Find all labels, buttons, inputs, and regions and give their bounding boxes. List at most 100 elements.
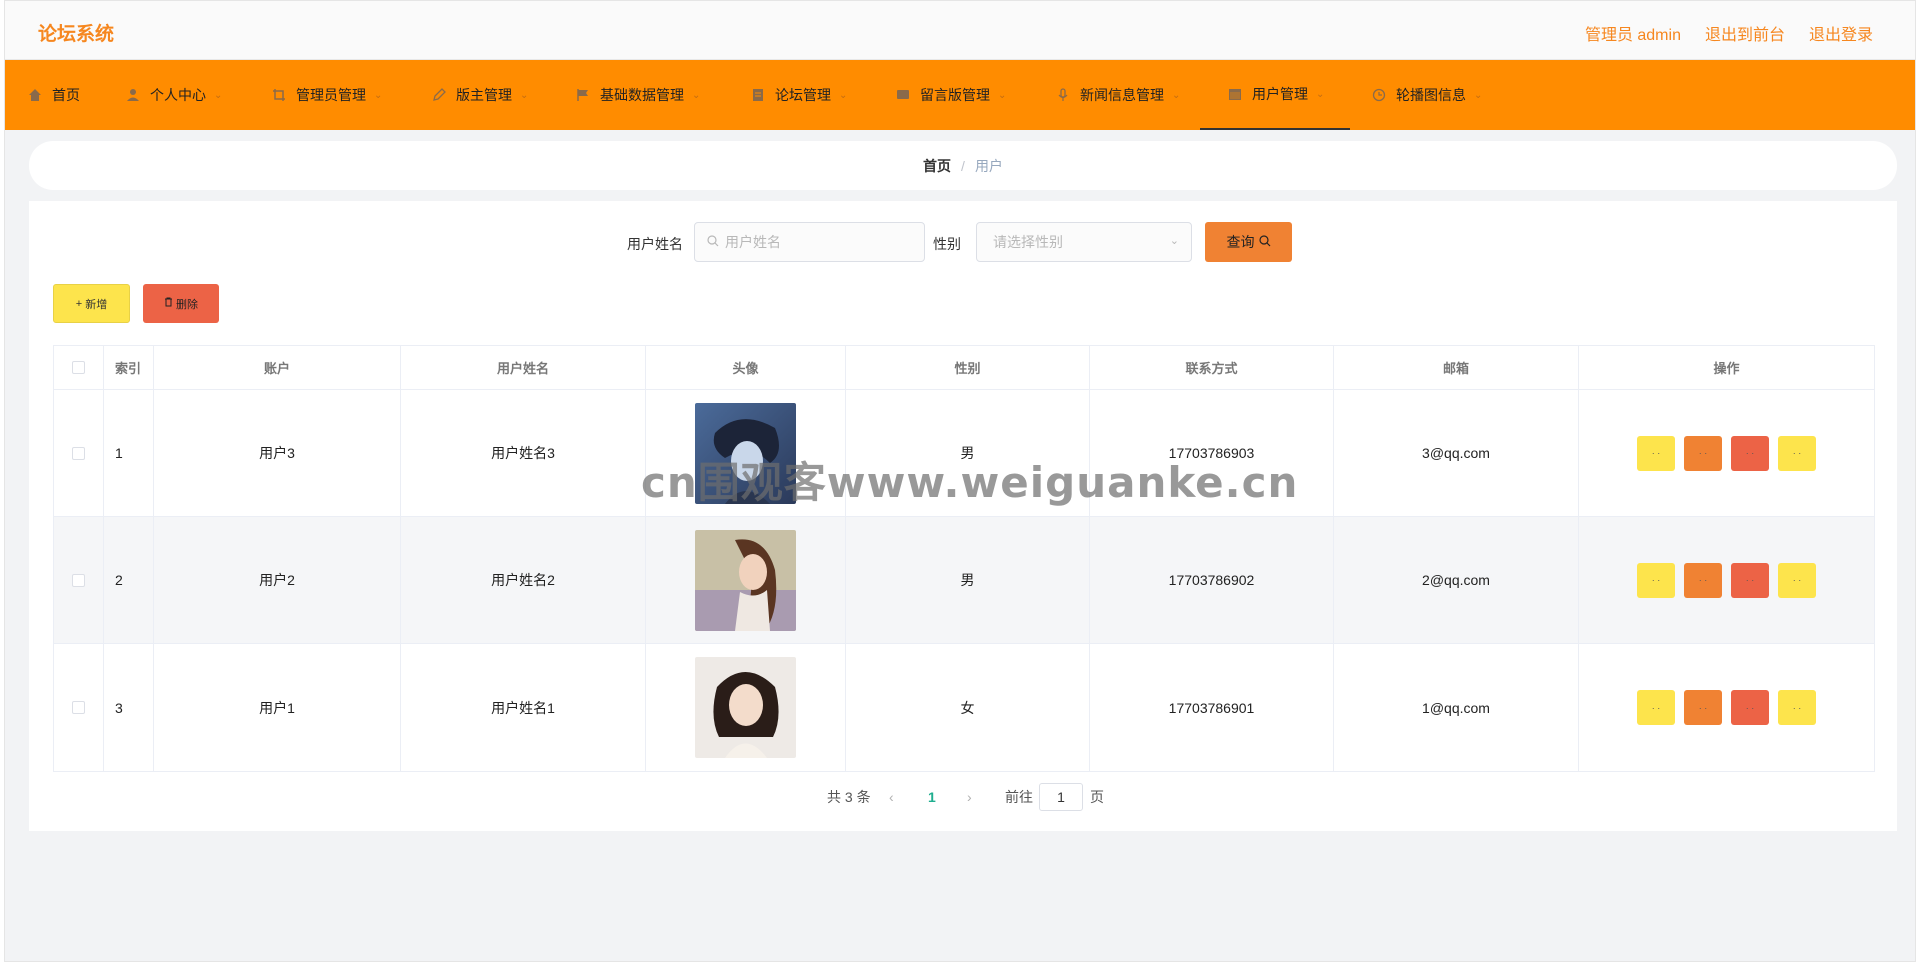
delete-row-button[interactable]: · ·: [1731, 690, 1769, 725]
search-form: 用户姓名 用户姓名 性别 请选择性别 ⌄ 查询: [29, 222, 1897, 262]
row-checkbox[interactable]: [72, 446, 85, 460]
pagination-total: 共 3 条: [827, 789, 871, 805]
table-row: 3 用户1 用户姓名1 女 17703786901 1@qq.com · · ·…: [54, 644, 1874, 771]
cell-name: 用户姓名1: [401, 644, 646, 771]
select-all-checkbox[interactable]: [72, 361, 85, 374]
trash-icon: [164, 297, 173, 310]
view-button[interactable]: · ·: [1637, 435, 1675, 471]
edit-button[interactable]: · ·: [1684, 435, 1722, 471]
nav-label: 首页: [52, 87, 80, 103]
cell-avatar: [646, 644, 846, 771]
nav-label: 轮播图信息: [1396, 87, 1466, 103]
crop-icon: [271, 87, 287, 103]
chevron-right-icon[interactable]: ›: [967, 783, 972, 811]
view-button[interactable]: · ·: [1637, 690, 1675, 725]
cell-gender: 男: [846, 517, 1090, 643]
microphone-icon: [1055, 87, 1071, 103]
cell-index: 3: [104, 644, 154, 771]
row-select-cell: [54, 517, 104, 643]
name-search-input[interactable]: 用户姓名: [694, 222, 925, 262]
message-icon: [895, 87, 911, 103]
home-icon: [27, 87, 43, 103]
delete-row-button[interactable]: · ·: [1731, 562, 1769, 598]
reset-password-button[interactable]: · ·: [1778, 562, 1816, 598]
admin-user-link[interactable]: 管理员 admin: [1585, 21, 1681, 45]
nav-item-personal-center[interactable]: 个人中心 ⌄: [125, 60, 222, 130]
pagination-page-unit: 页: [1090, 789, 1104, 805]
brand-title: 论坛系统: [38, 24, 115, 45]
edit-button[interactable]: · ·: [1684, 562, 1722, 598]
chevron-left-icon[interactable]: ‹: [889, 783, 894, 811]
chevron-down-icon: ⌄: [692, 89, 701, 101]
chevron-down-icon: ⌄: [998, 89, 1007, 101]
nav-item-carousel-info[interactable]: 轮播图信息 ⌄: [1371, 60, 1482, 130]
delete-button-label: 删除: [176, 298, 198, 311]
reset-password-button[interactable]: · ·: [1778, 690, 1816, 725]
nav-item-moderator-manage[interactable]: 版主管理 ⌄: [431, 60, 528, 130]
delete-row-button[interactable]: · ·: [1731, 435, 1769, 471]
nav-label: 管理员管理: [296, 87, 366, 103]
pagination-goto-input[interactable]: 1: [1039, 783, 1083, 811]
nav-item-forum-manage[interactable]: 论坛管理 ⌄: [750, 60, 847, 130]
breadcrumb: 首页 / 用户: [29, 141, 1897, 190]
chevron-down-icon: ⌄: [839, 89, 848, 101]
chevron-down-icon: ⌄: [1474, 89, 1483, 101]
header-account: 账户: [154, 346, 401, 389]
edit-icon: [431, 87, 447, 103]
cell-actions: · · · · · · · ·: [1579, 644, 1874, 771]
user-table: 索引 账户 用户姓名 头像 性别 联系方式 邮箱 操作 1 用户3 用户姓名3: [53, 345, 1875, 772]
query-button[interactable]: 查询: [1205, 222, 1292, 262]
add-button[interactable]: + 新增: [53, 284, 130, 323]
gender-label: 性别: [933, 236, 961, 252]
calendar-icon: [1227, 86, 1243, 102]
gender-select[interactable]: 请选择性别 ⌄: [976, 222, 1192, 262]
pagination-goto-label: 前往: [1005, 789, 1033, 805]
logout-link[interactable]: 退出登录: [1809, 21, 1873, 45]
view-button[interactable]: · ·: [1637, 562, 1675, 598]
nav-label: 留言版管理: [920, 87, 990, 103]
header-phone: 联系方式: [1090, 346, 1334, 389]
exit-to-frontend-link[interactable]: 退出到前台: [1705, 21, 1785, 45]
flag-icon: [575, 87, 591, 103]
chevron-down-icon: ⌄: [520, 89, 529, 101]
cell-name: 用户姓名2: [401, 517, 646, 643]
header-select-all[interactable]: [54, 346, 104, 389]
avatar: [695, 657, 796, 758]
query-button-label: 查询: [1226, 234, 1255, 250]
nav-label: 基础数据管理: [600, 87, 684, 103]
app-frame: 论坛系统 管理员 admin 退出到前台 退出登录 首页 个人中心 ⌄ 管理员管…: [4, 0, 1916, 962]
delete-button[interactable]: 删除: [143, 284, 219, 323]
nav-item-news-manage[interactable]: 新闻信息管理 ⌄: [1055, 60, 1180, 130]
header-gender: 性别: [846, 346, 1090, 389]
document-icon: [750, 87, 766, 103]
content-panel: 用户姓名 用户姓名 性别 请选择性别 ⌄ 查询 + 新增 删除 索引 账户 用户…: [29, 201, 1897, 831]
cell-email: 2@qq.com: [1334, 517, 1579, 643]
header-email: 邮箱: [1334, 346, 1579, 389]
nav-label: 新闻信息管理: [1080, 87, 1164, 103]
pagination-current-page[interactable]: 1: [928, 783, 936, 811]
nav-item-user-manage[interactable]: 用户管理 ⌄: [1200, 60, 1350, 130]
row-checkbox[interactable]: [72, 701, 85, 714]
chevron-down-icon: ⌄: [1316, 88, 1325, 100]
nav-item-basic-data[interactable]: 基础数据管理 ⌄: [575, 60, 700, 130]
watermark-text: cn围观客www.weiguanke.cn: [641, 458, 1299, 507]
breadcrumb-home[interactable]: 首页: [923, 156, 951, 176]
cell-phone: 17703786901: [1090, 644, 1334, 771]
nav-item-admin-manage[interactable]: 管理员管理 ⌄: [271, 60, 382, 130]
user-icon: [125, 87, 141, 103]
nav-item-home[interactable]: 首页: [27, 60, 80, 130]
cell-index: 2: [104, 517, 154, 643]
edit-button[interactable]: · ·: [1684, 690, 1722, 725]
nav-item-message-board[interactable]: 留言版管理 ⌄: [895, 60, 1006, 130]
cell-account: 用户2: [154, 517, 401, 643]
chevron-down-icon: ⌄: [1172, 89, 1181, 101]
cell-account: 用户1: [154, 644, 401, 771]
cell-account: 用户3: [154, 390, 401, 516]
table-header-row: 索引 账户 用户姓名 头像 性别 联系方式 邮箱 操作: [54, 346, 1874, 390]
main-nav: 首页 个人中心 ⌄ 管理员管理 ⌄ 版主管理 ⌄ 基础数据管理 ⌄ 论坛管理 ⌄…: [5, 60, 1915, 130]
pagination: 共 3 条 ‹ 1 › 前往 1 页: [29, 783, 1897, 811]
reset-password-button[interactable]: · ·: [1778, 435, 1816, 471]
search-icon: [707, 234, 719, 250]
chevron-down-icon: ⌄: [1169, 235, 1179, 247]
row-checkbox[interactable]: [72, 573, 85, 587]
